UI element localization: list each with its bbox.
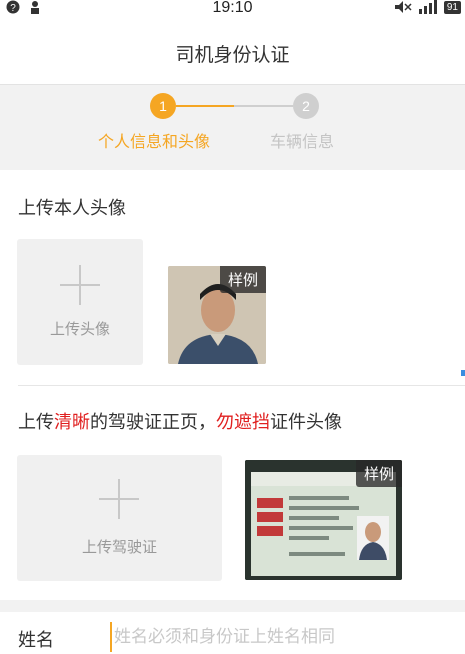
upload-license-label: 上传驾驶证 <box>81 538 157 556</box>
nav-bar: 司机身份认证 <box>0 20 465 85</box>
license-title-highlight-clear: 清晰 <box>54 412 90 433</box>
license-title-text-1: 上传 <box>18 412 54 433</box>
avatar-sample-image: 样例 <box>168 266 266 364</box>
step-indicator: 1 2 个人信息和头像 车辆信息 <box>0 86 465 170</box>
license-title-text-2: 的驾驶证正页， <box>90 412 216 433</box>
battery-indicator: 91 <box>443 0 461 14</box>
section-divider <box>18 385 465 386</box>
license-title-highlight-nocover: 勿遮挡 <box>216 412 270 433</box>
avatar-section-title: 上传本人头像 <box>18 198 126 219</box>
license-sample-image: 样例 <box>245 460 402 580</box>
status-bar: ? 19:10 91 <box>0 0 465 20</box>
name-input[interactable] <box>110 622 450 652</box>
scroll-edge-marker <box>461 370 465 376</box>
upload-avatar-button[interactable]: 上传头像 <box>17 239 143 365</box>
step-1-dot: 1 <box>150 93 176 119</box>
upload-card: 上传本人头像 上传头像 样例 上传清晰的驾驶证正页，勿遮挡证件头像 上传驾驶证 <box>0 170 465 600</box>
signal-icon <box>418 0 437 14</box>
step-2-dot: 2 <box>293 93 319 119</box>
step-2-label: 车辆信息 <box>270 132 335 151</box>
status-right-icons: 91 <box>394 0 461 14</box>
license-section-title: 上传清晰的驾驶证正页，勿遮挡证件头像 <box>18 408 342 434</box>
plus-icon <box>99 479 139 519</box>
step-line-complete <box>176 105 234 107</box>
step-line-pending <box>234 105 293 107</box>
upload-license-button[interactable]: 上传驾驶证 <box>17 455 222 581</box>
plus-icon <box>60 265 100 305</box>
license-title-text-3: 证件头像 <box>270 412 342 433</box>
name-form-row: 姓名 <box>0 612 465 654</box>
mute-icon <box>394 1 412 13</box>
sample-tag: 样例 <box>219 266 266 293</box>
name-label: 姓名 <box>18 630 54 651</box>
upload-avatar-label: 上传头像 <box>49 320 110 338</box>
sample-tag: 样例 <box>355 460 402 487</box>
page-title: 司机身份认证 <box>175 44 290 66</box>
step-1-label: 个人信息和头像 <box>98 132 211 151</box>
